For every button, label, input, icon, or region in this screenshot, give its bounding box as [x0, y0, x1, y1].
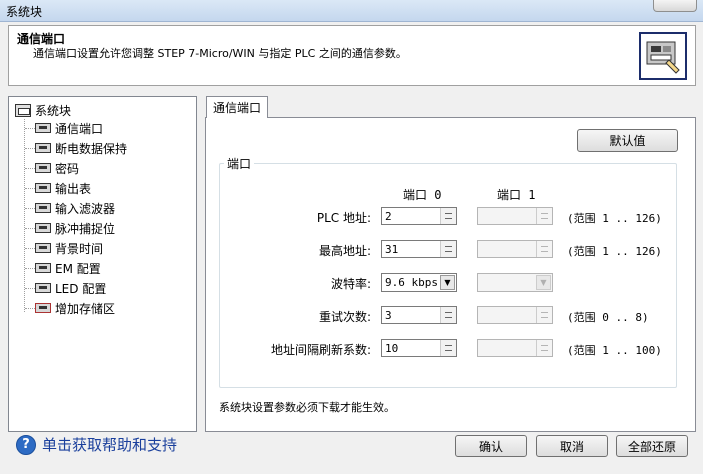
port1-retry-count-spinner [477, 306, 553, 324]
spinner-arrows-icon[interactable] [440, 307, 456, 323]
tree-item-label: 背景时间 [55, 241, 104, 256]
tree-item-label: EM 配置 [55, 261, 101, 276]
port0-baud-rate-select[interactable]: 9.6 kbps ▼ [381, 273, 457, 292]
system-block-icon [15, 103, 31, 117]
close-button[interactable] [653, 0, 697, 12]
window-title: 系统块 [6, 5, 43, 19]
spinner-arrows-icon[interactable] [440, 208, 456, 224]
tree-item-label: 增加存储区 [55, 301, 116, 316]
help-link[interactable]: ? 单击获取帮助和支持 [16, 434, 177, 455]
tree-item-pulse-catch[interactable]: 脉冲捕捉位 [21, 219, 115, 237]
plc-address-range: (范围 1 .. 126) [567, 212, 662, 225]
page-header: 通信端口 通信端口设置允许您调整 STEP 7-Micro/WIN 与指定 PL… [8, 25, 696, 86]
tree-item-comm-port[interactable]: 通信端口 [21, 119, 104, 137]
tree-item-label: 输入滤波器 [55, 201, 116, 216]
tree-item-background-time[interactable]: 背景时间 [21, 239, 103, 257]
cancel-button[interactable]: 取消 [536, 435, 608, 457]
plc-node-icon [35, 163, 51, 173]
tree-item-em-config[interactable]: EM 配置 [21, 259, 101, 277]
chevron-down-icon: ▼ [536, 275, 551, 290]
plc-node-icon [35, 123, 51, 133]
spinner-arrows-icon[interactable] [440, 241, 456, 257]
gap-update-factor-label: 地址间隔刷新系数: [270, 343, 371, 357]
restore-all-button[interactable]: 全部还原 [616, 435, 688, 457]
defaults-button[interactable]: 默认值 [577, 129, 678, 152]
port0-retry-count-value: 3 [385, 309, 392, 322]
plc-node-icon [35, 243, 51, 253]
port0-baud-rate-value: 9.6 kbps [385, 276, 438, 289]
tree-root-label: 系统块 [35, 103, 72, 118]
plc-node-icon [35, 223, 51, 233]
highest-address-range: (范围 1 .. 126) [567, 245, 662, 258]
gap-update-factor-range: (范围 1 .. 100) [567, 344, 662, 357]
tree-item-input-filter[interactable]: 输入滤波器 [21, 199, 115, 217]
tree-item-label: 通信端口 [55, 119, 104, 137]
tree-item-password[interactable]: 密码 [21, 159, 79, 177]
port0-heading: 端口 0 [403, 188, 442, 202]
baud-rate-label: 波特率: [330, 277, 371, 291]
download-note: 系统块设置参数必须下载才能生效。 [219, 401, 395, 414]
help-question-icon[interactable]: ? [16, 434, 36, 455]
port1-plc-address-spinner [477, 207, 553, 225]
plc-node-icon [35, 203, 51, 213]
port1-baud-rate-select: ▼ [477, 273, 553, 292]
plc-address-label: PLC 地址: [316, 211, 371, 225]
retry-count-label: 重试次数: [318, 310, 371, 324]
plc-node-x-icon [35, 303, 51, 313]
spinner-arrows-icon [536, 340, 552, 356]
port1-highest-address-spinner [477, 240, 553, 258]
highest-address-label: 最高地址: [318, 244, 371, 258]
spinner-arrows-icon [536, 208, 552, 224]
page-description: 通信端口设置允许您调整 STEP 7-Micro/WIN 与指定 PLC 之间的… [33, 47, 407, 60]
ok-button[interactable]: 确认 [455, 435, 527, 457]
port0-retry-count-spinner[interactable]: 3 [381, 306, 457, 324]
plc-node-icon [35, 183, 51, 193]
spinner-arrows-icon [536, 241, 552, 257]
plc-node-icon [35, 283, 51, 293]
plc-node-icon [35, 143, 51, 153]
retry-count-range: (范围 0 .. 8) [567, 311, 649, 324]
tree-item-output-table[interactable]: 输出表 [21, 179, 91, 197]
system-block-tree[interactable]: 系统块 通信端口 断电数据保持 密码 输出表 输入滤波器 脉冲捕捉位 背景时间 … [8, 96, 197, 432]
chevron-down-icon[interactable]: ▼ [440, 275, 455, 290]
port0-highest-address-value: 31 [385, 243, 399, 256]
port1-heading: 端口 1 [497, 188, 536, 202]
port-group-title: 端口 [224, 155, 255, 172]
tree-item-label: 断电数据保持 [55, 141, 128, 156]
port1-gap-update-factor-spinner [477, 339, 553, 357]
tab-comm-port[interactable]: 通信端口 [206, 96, 268, 118]
tree-item-add-memory[interactable]: 增加存储区 [21, 299, 115, 317]
tree-item-label: 输出表 [55, 181, 92, 196]
plc-port-icon [639, 32, 687, 80]
title-bar: 系统块 [0, 0, 703, 22]
spinner-arrows-icon[interactable] [440, 340, 456, 356]
plc-node-icon [35, 263, 51, 273]
help-link-text[interactable]: 单击获取帮助和支持 [42, 434, 177, 455]
tree-item-retentive[interactable]: 断电数据保持 [21, 139, 127, 157]
tree-item-label: 密码 [55, 161, 80, 176]
tree-item-label: LED 配置 [55, 281, 107, 296]
port0-plc-address-spinner[interactable]: 2 [381, 207, 457, 225]
port0-gap-update-factor-value: 10 [385, 342, 399, 355]
port0-gap-update-factor-spinner[interactable]: 10 [381, 339, 457, 357]
port0-plc-address-value: 2 [385, 210, 392, 223]
tree-item-led-config[interactable]: LED 配置 [21, 279, 106, 297]
port0-highest-address-spinner[interactable]: 31 [381, 240, 457, 258]
tree-item-label: 脉冲捕捉位 [55, 221, 116, 236]
spinner-arrows-icon [536, 307, 552, 323]
tree-root[interactable]: 系统块 [15, 102, 71, 118]
